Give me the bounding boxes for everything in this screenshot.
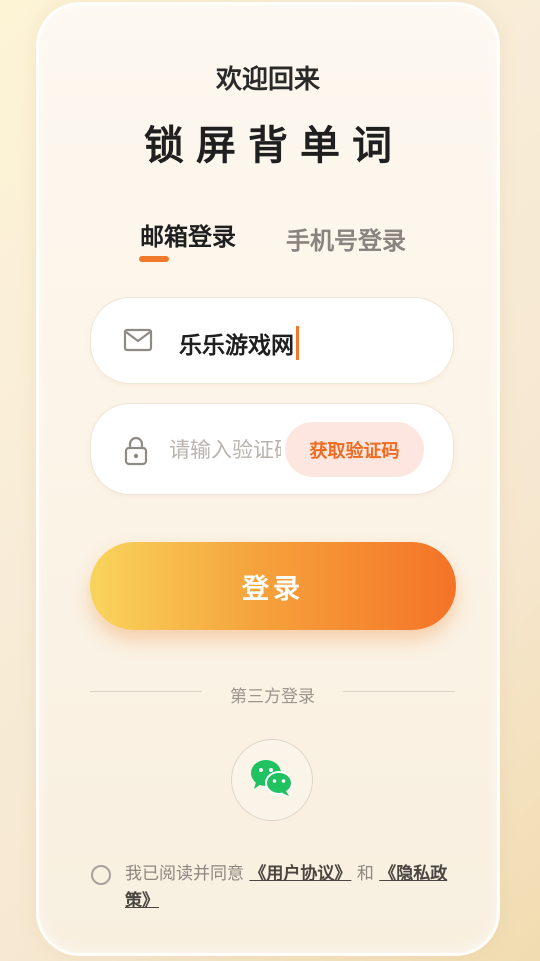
- welcome-heading: 欢迎回来: [215, 65, 320, 95]
- divider-left: [90, 691, 202, 692]
- get-code-button[interactable]: 获取验证码: [285, 422, 424, 477]
- text-caret: [296, 326, 299, 360]
- user-agreement-link[interactable]: 《用户协议》: [249, 864, 351, 884]
- email-value[interactable]: 乐乐游戏网: [179, 326, 299, 360]
- login-card: 欢迎回来 锁屏背单词 邮箱登录 手机号登录 乐乐游戏网 获取验证码 登录 第三方…: [36, 2, 500, 956]
- agreement-checkbox[interactable]: [91, 865, 111, 885]
- active-tab-indicator: [139, 256, 169, 262]
- agreement-text: 我已阅读并同意 《用户协议》 和 《隐私政策》: [125, 861, 465, 915]
- tab-email-login[interactable]: 邮箱登录: [140, 217, 236, 252]
- tab-phone-login[interactable]: 手机号登录: [286, 221, 406, 256]
- email-text: 乐乐游戏网: [179, 333, 294, 359]
- wechat-icon: [249, 758, 295, 802]
- wechat-login-button[interactable]: [231, 739, 313, 821]
- app-title: 锁屏背单词: [144, 123, 404, 169]
- email-field[interactable]: 乐乐游戏网: [90, 297, 454, 384]
- mail-icon: [123, 327, 153, 357]
- divider-right: [343, 691, 455, 692]
- third-party-label: 第三方登录: [230, 687, 315, 707]
- verification-code-field[interactable]: 获取验证码: [90, 403, 454, 495]
- agreement-conjunction: 和: [356, 864, 374, 884]
- agreement-prefix: 我已阅读并同意: [125, 864, 244, 884]
- verification-code-input[interactable]: [169, 434, 281, 466]
- lock-icon: [123, 436, 149, 470]
- login-button[interactable]: 登录: [90, 542, 456, 630]
